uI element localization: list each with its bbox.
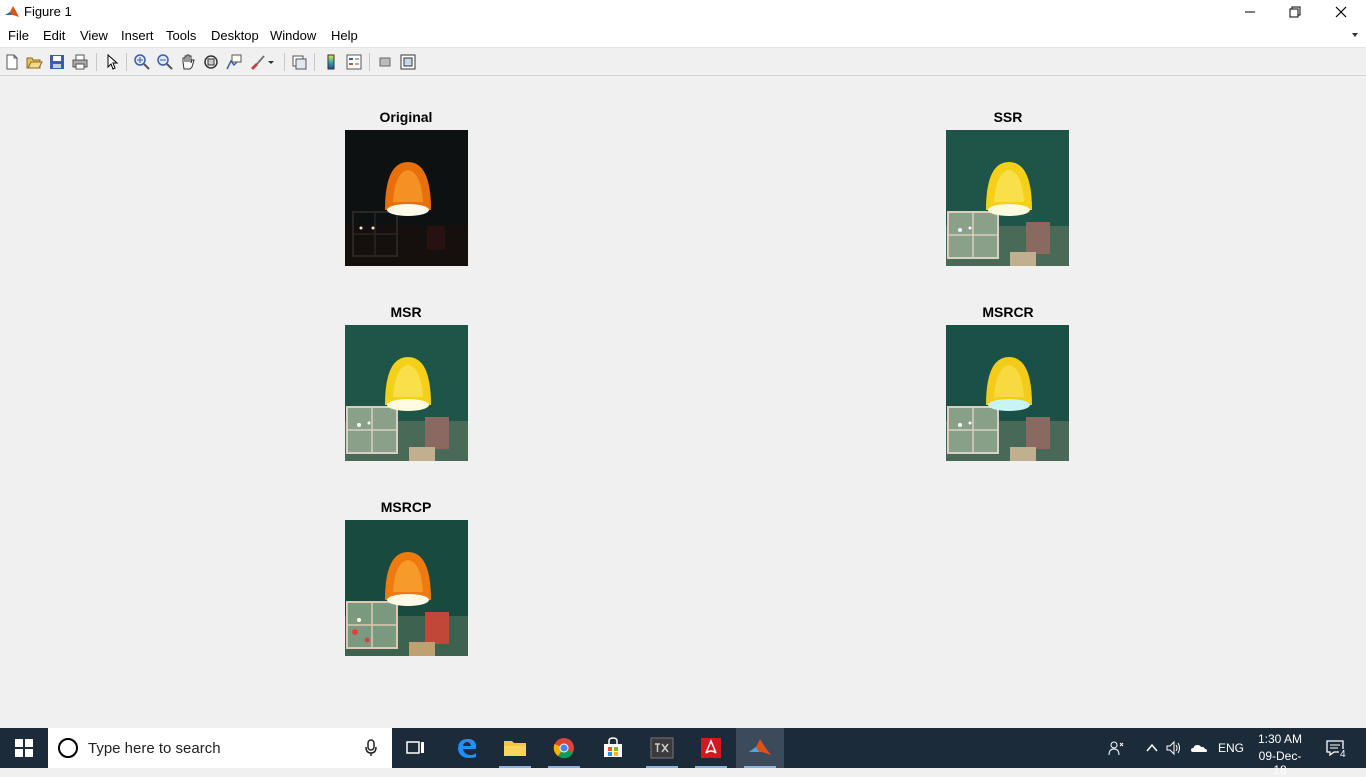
- brush-icon[interactable]: [248, 53, 266, 71]
- menu-view[interactable]: View: [80, 28, 108, 43]
- chevron-up-icon[interactable]: [1144, 740, 1160, 756]
- panel-title-original: Original: [379, 109, 433, 125]
- window-title: Figure 1: [24, 4, 72, 19]
- volume-icon[interactable]: [1166, 740, 1182, 756]
- search-box[interactable]: Type here to search: [48, 728, 392, 768]
- matlab-icon: [749, 739, 771, 755]
- chrome-icon: [553, 738, 574, 759]
- zoom-out-icon[interactable]: [156, 53, 174, 71]
- cortana-icon: [58, 738, 78, 758]
- print-icon[interactable]: [71, 53, 89, 71]
- msrcp-image[interactable]: [345, 520, 468, 656]
- minimize-icon: [1245, 11, 1255, 13]
- matlab-logo-icon: [4, 4, 20, 20]
- ssr-image[interactable]: [946, 130, 1069, 266]
- figure-canvas: Original SSR MSR MSRCR MSRCP: [0, 76, 1366, 728]
- panel-title-msrcr: MSRCR: [982, 304, 1034, 320]
- toolbar-separator: [369, 53, 370, 71]
- toolbar-separator: [314, 53, 315, 71]
- show-plot-tools-icon[interactable]: [399, 53, 417, 71]
- new-figure-icon[interactable]: [3, 53, 21, 71]
- save-icon[interactable]: [48, 53, 66, 71]
- acrobat-icon: [701, 738, 721, 758]
- panel-title-msrcp: MSRCP: [380, 499, 432, 515]
- task-view-icon: [406, 741, 424, 754]
- menu-tools[interactable]: Tools: [166, 28, 196, 43]
- taskbar-file-explorer[interactable]: [491, 728, 539, 768]
- notification-count-badge: 4: [1339, 749, 1347, 760]
- menu-file[interactable]: File: [8, 28, 29, 43]
- folder-icon: [504, 741, 526, 756]
- open-file-icon[interactable]: [25, 53, 43, 71]
- menu-window[interactable]: Window: [270, 28, 316, 43]
- start-button[interactable]: [0, 728, 48, 768]
- menu-insert[interactable]: Insert: [121, 28, 154, 43]
- taskbar-edge[interactable]: [443, 728, 491, 768]
- edge-icon: [458, 739, 477, 758]
- store-bag-icon: [604, 737, 622, 757]
- taskbar-store[interactable]: [589, 728, 637, 768]
- taskbar-chrome[interactable]: [540, 728, 588, 768]
- language-indicator[interactable]: ENG: [1218, 741, 1244, 755]
- title-bar: Figure 1: [0, 0, 1366, 24]
- taskbar-acrobat[interactable]: [687, 728, 735, 768]
- menu-help[interactable]: Help: [331, 28, 358, 43]
- restore-button[interactable]: [1272, 0, 1318, 24]
- close-icon: [1335, 6, 1347, 18]
- taskbar-texmaker[interactable]: [638, 728, 686, 768]
- original-image[interactable]: [345, 130, 468, 266]
- menu-bar: File Edit View Insert Tools Desktop Wind…: [0, 24, 1366, 47]
- menu-desktop[interactable]: Desktop: [211, 28, 259, 43]
- insert-legend-icon[interactable]: [345, 53, 363, 71]
- link-plot-icon[interactable]: [290, 53, 308, 71]
- msrcr-image[interactable]: [946, 325, 1069, 461]
- hide-plot-tools-icon[interactable]: [376, 53, 394, 71]
- data-cursor-icon[interactable]: [225, 53, 243, 71]
- msr-image[interactable]: [345, 325, 468, 461]
- edit-plot-icon[interactable]: [103, 53, 121, 71]
- insert-colorbar-icon[interactable]: [322, 53, 340, 71]
- close-button[interactable]: [1318, 0, 1364, 24]
- toolbar-separator: [284, 53, 285, 71]
- clock-date[interactable]: 09-Dec-18: [1252, 749, 1308, 777]
- task-view-button[interactable]: [392, 728, 440, 768]
- zoom-in-icon[interactable]: [133, 53, 151, 71]
- microphone-icon[interactable]: [364, 739, 378, 757]
- onedrive-cloud-icon[interactable]: [1191, 740, 1207, 756]
- minimize-button[interactable]: [1227, 0, 1273, 24]
- panel-title-ssr: SSR: [993, 109, 1023, 125]
- taskbar: Type here to search ENG 1:30 AM 09-Dec-1…: [0, 728, 1366, 777]
- pan-icon[interactable]: [179, 53, 197, 71]
- windows-logo-icon: [15, 739, 33, 757]
- panel-title-msr: MSR: [390, 304, 422, 320]
- people-icon[interactable]: [1108, 740, 1124, 756]
- brush-dropdown-icon[interactable]: [266, 53, 276, 71]
- rotate-3d-icon[interactable]: [202, 53, 220, 71]
- menu-edit[interactable]: Edit: [43, 28, 65, 43]
- toolbar-separator: [126, 53, 127, 71]
- figure-toolbar: [0, 47, 1366, 76]
- dock-arrow-icon[interactable]: [1350, 30, 1360, 40]
- taskbar-matlab[interactable]: [736, 728, 784, 768]
- toolbar-separator: [96, 53, 97, 71]
- search-placeholder: Type here to search: [88, 740, 221, 757]
- texmaker-icon: [650, 737, 674, 759]
- clock-time[interactable]: 1:30 AM: [1252, 732, 1308, 746]
- restore-icon: [1289, 6, 1301, 18]
